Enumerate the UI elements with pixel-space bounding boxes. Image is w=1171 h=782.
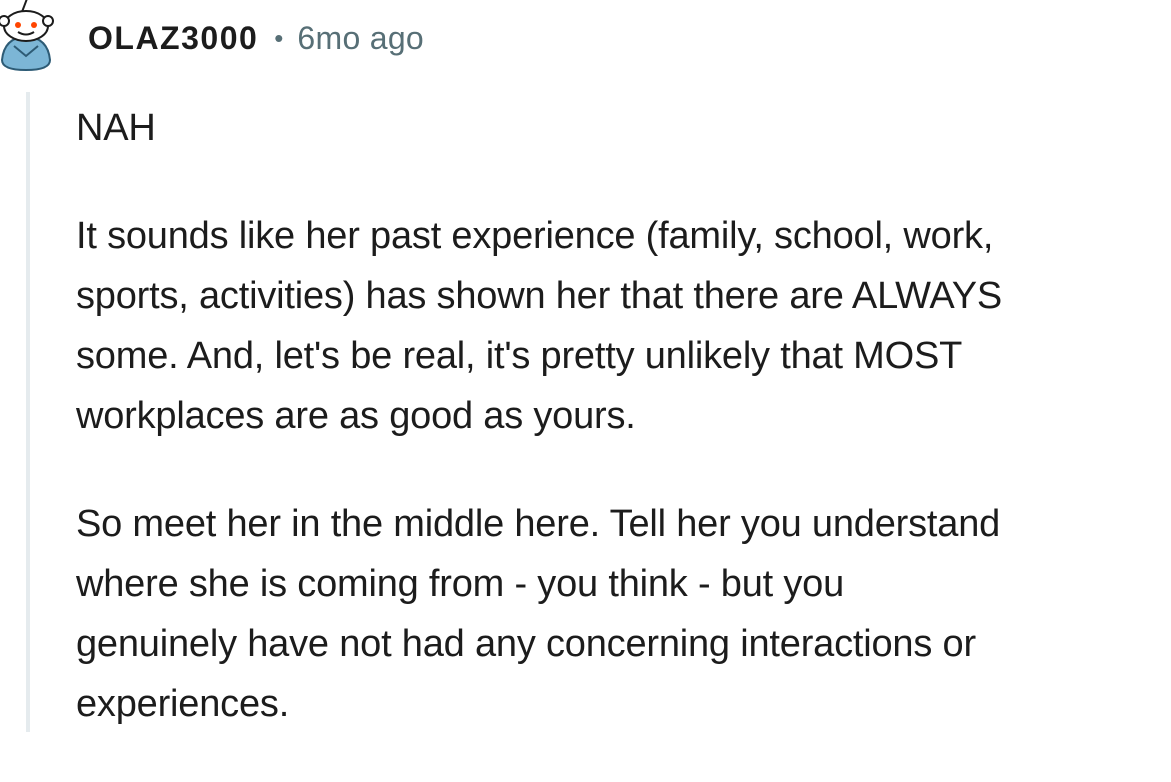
text-line: genuinely have not had any concerning in… (76, 623, 976, 665)
text-line: NAH (76, 107, 156, 149)
text-line: sports, activities) has shown her that t… (76, 275, 1003, 317)
comment-paragraph: It sounds like her past experience (fami… (76, 206, 1171, 446)
comment-header: OLAZ3000 • 6mo ago (88, 18, 424, 58)
text-line: So meet her in the middle here. Tell her… (76, 503, 1001, 545)
username-link[interactable]: OLAZ3000 (88, 20, 258, 57)
text-line: where she is coming from - you think - b… (76, 563, 845, 605)
comment-body: NAH It sounds like her past experience (… (76, 98, 1171, 782)
snoo-avatar-icon[interactable] (0, 0, 62, 74)
comment-paragraph: So meet her in the middle here. Tell her… (76, 494, 1171, 734)
text-line: workplaces are as good as yours. (76, 395, 636, 437)
text-line: some. And, let's be real, it's pretty un… (76, 335, 963, 377)
comment-paragraph: NAH (76, 98, 1171, 158)
text-line: It sounds like her past experience (fami… (76, 215, 994, 257)
separator-dot: • (274, 22, 284, 53)
comment: OLAZ3000 • 6mo ago NAH It sounds like he… (0, 0, 1171, 732)
text-line: experiences. (76, 683, 290, 725)
timestamp[interactable]: 6mo ago (297, 20, 424, 57)
thread-collapse-line[interactable] (26, 92, 30, 732)
